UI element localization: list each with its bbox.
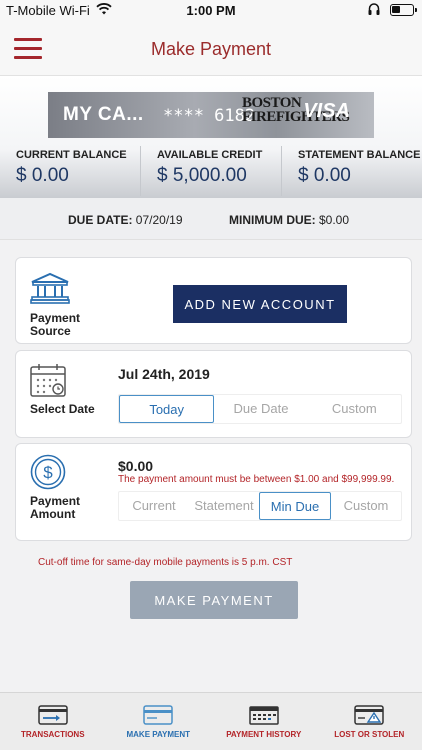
- header: Make Payment: [0, 22, 422, 76]
- balance-label: CURRENT BALANCE: [16, 149, 127, 161]
- calendar-history-icon: [249, 705, 279, 730]
- clock: 1:00 PM: [186, 3, 236, 18]
- calendar-icon: [30, 363, 66, 402]
- balance-value: $ 5,000.00: [157, 165, 247, 186]
- card-warning-icon: [354, 705, 384, 730]
- due-date-label: DUE DATE:: [68, 213, 133, 227]
- select-date-label: Select Date: [30, 402, 95, 416]
- payment-source-panel: Payment Source ADD NEW ACCOUNT: [15, 257, 412, 344]
- battery-icon: [390, 4, 417, 16]
- payment-amount-value: $0.00: [118, 458, 154, 474]
- statement-balance: STATEMENT BALANCE $ 0.00: [281, 146, 422, 196]
- tab-payment-history[interactable]: PAYMENT HISTORY: [211, 693, 317, 750]
- selected-date: Jul 24th, 2019: [118, 366, 210, 382]
- balance-value: $ 0.00: [16, 165, 69, 186]
- minimum-due-value: $0.00: [319, 213, 350, 227]
- visa-logo: VISA: [303, 100, 350, 122]
- balance-label: AVAILABLE CREDIT: [157, 149, 263, 161]
- headphones-icon: [368, 2, 380, 19]
- payment-amount-label: Payment Amount: [30, 495, 80, 521]
- amount-option-selector: Current Statement Min Due Custom: [118, 491, 402, 521]
- add-new-account-button[interactable]: ADD NEW ACCOUNT: [173, 285, 347, 323]
- payment-source-label: Payment Source: [30, 312, 80, 338]
- due-date: DUE DATE: 07/20/19: [68, 213, 183, 227]
- date-option-custom[interactable]: Custom: [308, 395, 401, 423]
- available-credit: AVAILABLE CREDIT $ 5,000.00: [140, 146, 281, 196]
- tab-label: PAYMENT HISTORY: [226, 730, 302, 739]
- date-option-today[interactable]: Today: [119, 395, 215, 423]
- amount-option-min-due[interactable]: Min Due: [259, 492, 331, 520]
- account-summary: MY CA... **** 6182 BOSTON FIREFIGHTERS V…: [0, 76, 422, 198]
- balance-row: CURRENT BALANCE $ 0.00 AVAILABLE CREDIT …: [0, 146, 422, 196]
- minimum-due: MINIMUM DUE: $0.00: [229, 213, 349, 227]
- amount-option-custom[interactable]: Custom: [331, 492, 401, 520]
- card-name: MY CA...: [63, 104, 144, 125]
- balance-label: STATEMENT BALANCE: [298, 149, 421, 161]
- card-icon: [143, 705, 173, 730]
- make-payment-button[interactable]: MAKE PAYMENT: [130, 581, 298, 619]
- label-line: Amount: [30, 507, 76, 521]
- status-bar: T-Mobile Wi-Fi 1:00 PM: [0, 0, 422, 22]
- minimum-due-label: MINIMUM DUE:: [229, 213, 316, 227]
- due-date-value: 07/20/19: [135, 213, 183, 227]
- cutoff-notice: Cut-off time for same-day mobile payment…: [38, 557, 293, 568]
- date-option-due-date[interactable]: Due Date: [214, 395, 307, 423]
- balance-value: $ 0.00: [298, 165, 351, 186]
- dollar-icon: $: [30, 454, 66, 495]
- amount-validation-message: The payment amount must be between $1.00…: [118, 474, 395, 485]
- current-balance: CURRENT BALANCE $ 0.00: [0, 146, 140, 196]
- amount-option-current[interactable]: Current: [119, 492, 189, 520]
- tab-label: LOST OR STOLEN: [334, 730, 405, 739]
- select-date-panel: Select Date Jul 24th, 2019 Today Due Dat…: [15, 350, 412, 438]
- credit-card-image[interactable]: MY CA... **** 6182 BOSTON FIREFIGHTERS V…: [48, 92, 374, 138]
- tab-transactions[interactable]: TRANSACTIONS: [0, 693, 106, 750]
- tab-label: TRANSACTIONS: [20, 730, 85, 739]
- amount-option-statement[interactable]: Statement: [189, 492, 259, 520]
- card-arrow-icon: [38, 705, 68, 730]
- page-title: Make Payment: [150, 39, 272, 59]
- svg-text:$: $: [43, 463, 53, 482]
- tab-make-payment[interactable]: MAKE PAYMENT: [106, 693, 212, 750]
- tab-label: MAKE PAYMENT: [126, 730, 191, 739]
- tab-lost-or-stolen[interactable]: LOST OR STOLEN: [317, 693, 422, 750]
- bank-icon: [30, 272, 70, 309]
- due-info-row: DUE DATE: 07/20/19 MINIMUM DUE: $0.00: [0, 198, 422, 240]
- date-option-selector: Today Due Date Custom: [118, 394, 402, 424]
- payment-amount-panel: $ Payment Amount $0.00 The payment amoun…: [15, 443, 412, 541]
- label-line: Source: [30, 324, 71, 338]
- tab-bar: TRANSACTIONS MAKE PAYMENT PAYMENT HISTOR…: [0, 692, 422, 750]
